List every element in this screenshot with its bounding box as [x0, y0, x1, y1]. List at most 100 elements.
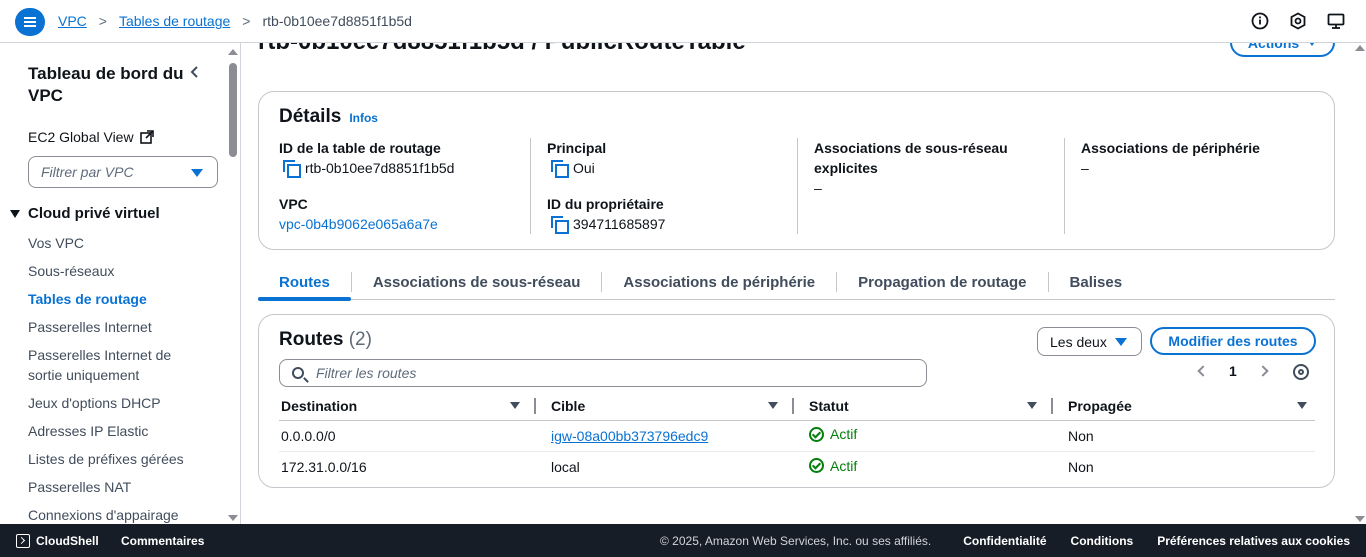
explicit-assoc-value: – [814, 180, 822, 196]
tab-bar: Routes Associations de sous-réseau Assoc… [258, 266, 1335, 301]
details-col-3: Associations de sous-réseau explicites – [814, 138, 1014, 198]
screen-settings-icon[interactable] [1326, 11, 1346, 31]
details-panel: Détails Infos ID de la table de routage … [258, 91, 1335, 250]
owner-value: 394711685897 [573, 216, 666, 232]
info-link[interactable]: Infos [349, 111, 378, 125]
info-icon[interactable] [1250, 11, 1270, 31]
sort-icon[interactable] [1027, 402, 1037, 409]
tab-route-propagation[interactable]: Propagation de routage [837, 266, 1047, 298]
routes-search-input[interactable]: Filtrer les routes [279, 359, 927, 387]
sidebar-item-peering[interactable]: Connexions d'appairage [28, 505, 208, 524]
routes-table: Destination Cible Statut Propagée 0.0.0.… [279, 392, 1315, 482]
sidebar-item-prefix-lists[interactable]: Listes de préfixes gérées [28, 449, 208, 469]
menu-button[interactable] [15, 8, 45, 36]
sidebar-item-dhcp-options[interactable]: Jeux d'options DHCP [28, 393, 208, 413]
cloudshell-button[interactable]: CloudShell [16, 534, 99, 548]
copy-icon[interactable] [283, 160, 301, 178]
tab-subnet-associations[interactable]: Associations de sous-réseau [352, 266, 602, 298]
copy-icon[interactable] [551, 216, 569, 234]
route-propagated: Non [1068, 458, 1094, 475]
route-filter-select[interactable]: Les deux [1037, 327, 1142, 356]
sidebar-item-ec2-global-view[interactable]: EC2 Global View [28, 129, 154, 145]
breadcrumb: VPC > Tables de routage > rtb-0b10ee7d88… [58, 13, 412, 29]
tab-edge-associations[interactable]: Associations de périphérie [602, 266, 836, 298]
hamburger-icon [24, 17, 36, 27]
terminal-icon [16, 534, 30, 548]
copyright: © 2025, Amazon Web Services, Inc. ou ses… [660, 534, 932, 548]
divider [1064, 138, 1065, 234]
sidebar-item-egress-only-gateways[interactable]: Passerelles Internet de sortie uniquemen… [28, 345, 208, 385]
column-header-destination[interactable]: Destination [279, 392, 536, 421]
vpc-label: VPC [279, 196, 308, 212]
check-circle-icon [809, 458, 824, 473]
routes-count: (2) [348, 329, 372, 350]
edge-assoc-label: Associations de périphérie [1081, 140, 1260, 156]
main-label: Principal [547, 140, 607, 156]
external-link-icon [139, 130, 154, 144]
route-table-id-label: ID de la table de routage [279, 140, 441, 156]
breadcrumb-route-tables[interactable]: Tables de routage [119, 13, 230, 29]
column-header-status[interactable]: Statut [794, 392, 1053, 421]
divider [797, 138, 798, 234]
table-row: 0.0.0.0/0 igw-08a00bb373796edc9 Actif No… [279, 420, 1315, 452]
routes-panel: Routes (2) Les deux Modifier des routes … [258, 314, 1335, 488]
top-bar: VPC > Tables de routage > rtb-0b10ee7d88… [0, 0, 1366, 43]
vpc-filter-select[interactable]: Filtrer par VPC [28, 156, 218, 188]
route-destination: 0.0.0.0/0 [279, 420, 536, 452]
sidebar-item-internet-gateways[interactable]: Passerelles Internet [28, 317, 208, 337]
explicit-assoc-label: Associations de sous-réseau explicites [814, 140, 1008, 176]
table-row: 172.31.0.0/16 local Actif Non [279, 451, 1315, 482]
feedback-link[interactable]: Commentaires [121, 534, 204, 548]
check-circle-icon [809, 426, 824, 442]
main-scrollbar[interactable] [1353, 43, 1366, 524]
sidebar-scrollbar[interactable] [228, 49, 238, 521]
scroll-down-icon[interactable] [1355, 516, 1365, 522]
sidebar-item-elastic-ips[interactable]: Adresses IP Elastic [28, 421, 208, 441]
sidebar-title: Tableau de bord du VPC [28, 64, 184, 105]
status-badge: Actif [809, 458, 857, 474]
chevron-right-icon: > [98, 13, 107, 29]
sidebar-item-route-tables[interactable]: Tables de routage [28, 289, 208, 309]
next-page-icon[interactable] [1257, 365, 1269, 377]
breadcrumb-vpc[interactable]: VPC [58, 13, 87, 29]
previous-page-icon[interactable] [1197, 365, 1209, 377]
status-badge: Actif [809, 426, 857, 442]
routes-heading: Routes (2) [279, 329, 372, 350]
current-page[interactable]: 1 [1229, 363, 1237, 379]
sidebar-item-your-vpcs[interactable]: Vos VPC [28, 233, 208, 253]
route-propagated: Non [1053, 420, 1315, 452]
scroll-up-icon[interactable] [1355, 45, 1365, 51]
main-value: Oui [573, 160, 595, 176]
copy-icon[interactable] [551, 160, 569, 178]
route-destination: 172.31.0.0/16 [281, 458, 367, 475]
hexagon-settings-icon[interactable] [1288, 11, 1308, 31]
sort-icon[interactable] [510, 402, 520, 409]
cookie-preferences-link[interactable]: Préférences relatives aux cookies [1157, 534, 1350, 548]
caret-down-icon [191, 169, 203, 177]
privacy-link[interactable]: Confidentialité [963, 534, 1046, 548]
collapse-sidebar-icon[interactable] [188, 65, 202, 79]
gear-icon[interactable] [1293, 364, 1309, 380]
route-target-link[interactable]: igw-08a00bb373796edc9 [551, 428, 708, 444]
scrollbar-thumb[interactable] [229, 63, 237, 157]
column-header-propagated[interactable]: Propagée [1053, 392, 1315, 421]
vpc-link[interactable]: vpc-0b4b9062e065a6a7e [279, 214, 438, 234]
footer: CloudShell Commentaires © 2025, Amazon W… [0, 524, 1366, 557]
column-header-target[interactable]: Cible [536, 392, 794, 421]
sidebar-section-vpc[interactable]: Cloud privé virtuel [10, 205, 160, 222]
sort-icon[interactable] [768, 402, 778, 409]
terms-link[interactable]: Conditions [1071, 534, 1134, 548]
scroll-down-icon[interactable] [228, 515, 238, 521]
divider [530, 138, 531, 234]
scroll-up-icon[interactable] [228, 49, 238, 55]
sidebar-item-nat-gateways[interactable]: Passerelles NAT [28, 477, 208, 497]
owner-label: ID du propriétaire [547, 196, 664, 212]
modify-routes-button[interactable]: Modifier des routes [1150, 327, 1316, 355]
tab-tags[interactable]: Balises [1049, 266, 1144, 298]
expand-triangle-icon [10, 209, 20, 218]
sidebar: Tableau de bord du VPC EC2 Global View F… [0, 43, 241, 524]
route-table-id-value: rtb-0b10ee7d8851f1b5d [305, 160, 455, 176]
sidebar-item-subnets[interactable]: Sous-réseaux [28, 261, 208, 281]
tab-routes[interactable]: Routes [258, 266, 351, 301]
sort-icon[interactable] [1297, 402, 1307, 409]
